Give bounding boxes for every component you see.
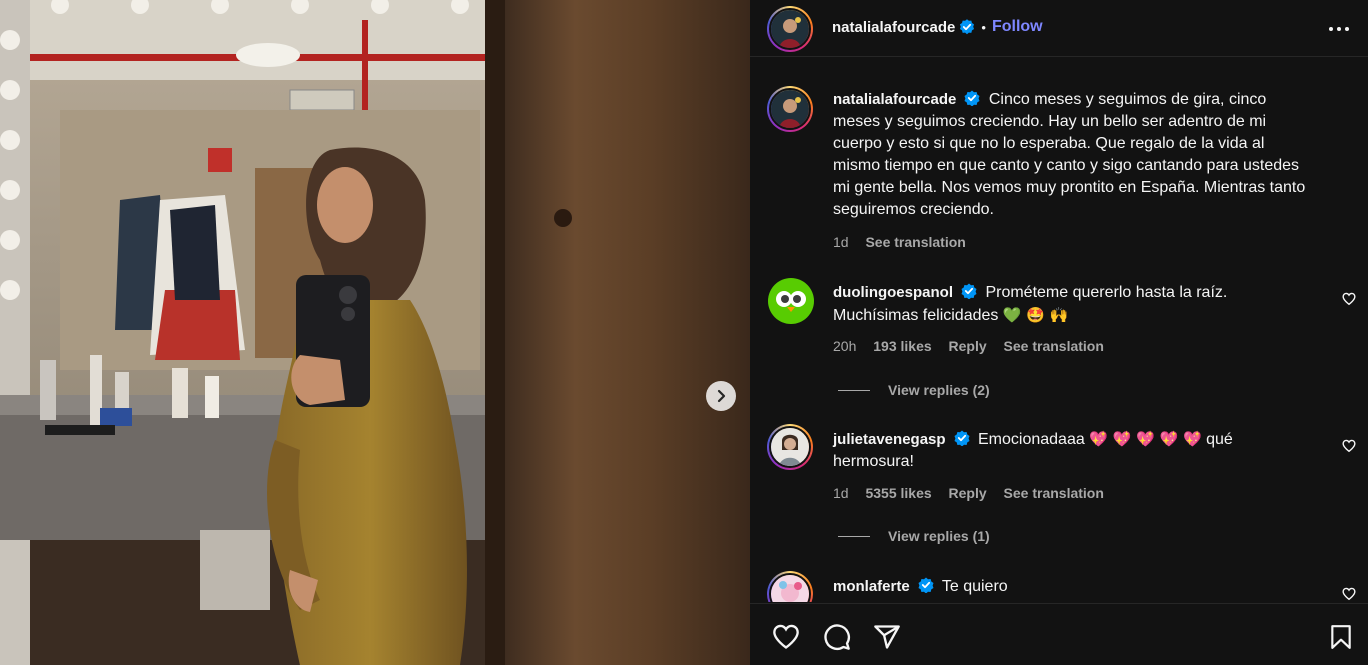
post-header: natalialafourcade • Follow xyxy=(750,0,1368,57)
author-username[interactable]: natalialafourcade xyxy=(832,19,955,36)
view-replies-label: View replies (1) xyxy=(888,528,990,544)
post-side-panel: natalialafourcade • Follow natalialafour… xyxy=(750,0,1368,665)
view-replies-button[interactable]: View replies (1) xyxy=(838,528,990,544)
comment-avatar[interactable] xyxy=(767,424,813,470)
heart-icon[interactable] xyxy=(1342,292,1356,306)
bookmark-icon[interactable] xyxy=(1328,623,1354,651)
verified-badge-icon xyxy=(918,577,934,593)
comment-username[interactable]: duolingoespanol xyxy=(833,284,953,301)
duolingo-avatar-image xyxy=(768,278,814,324)
header-separator: • xyxy=(981,19,986,35)
comment-text: Te quiero xyxy=(941,578,1008,595)
comment-emojis: 💖 💖 💖 💖 💖 xyxy=(1089,430,1202,448)
comment-meta: 1d 5355 likes Reply See translation xyxy=(833,485,1117,501)
view-replies-label: View replies (2) xyxy=(888,382,990,398)
comment-text: Emocionadaaa xyxy=(978,431,1085,448)
post-image xyxy=(0,0,750,665)
comment-avatar[interactable] xyxy=(768,278,814,324)
next-image-button[interactable] xyxy=(706,381,736,411)
caption-text: Cinco meses y seguimos de gira, cinco me… xyxy=(833,91,1306,218)
julieta-avatar-image xyxy=(771,428,809,466)
comment-emojis: 💚 🤩 🙌 xyxy=(1002,306,1069,324)
comments-list[interactable]: natalialafourcade Cinco meses y seguimos… xyxy=(750,58,1368,602)
heart-icon[interactable] xyxy=(1342,587,1356,601)
comment-meta: 20h 193 likes Reply See translation xyxy=(833,338,1117,354)
author-avatar-image xyxy=(771,10,809,48)
more-options-icon[interactable] xyxy=(1328,19,1350,39)
comment-see-translation[interactable]: See translation xyxy=(1004,485,1104,501)
comment-time[interactable]: 20h xyxy=(833,338,856,354)
comment-text-block: julietavenegasp Emocionadaaa 💖 💖 💖 💖 💖 q… xyxy=(833,428,1313,473)
verified-badge-icon xyxy=(961,283,977,299)
chevron-right-icon xyxy=(717,389,726,403)
comment-time[interactable]: 1d xyxy=(833,485,849,501)
comment-avatar[interactable] xyxy=(767,571,813,602)
caption-meta: 1d See translation xyxy=(833,234,979,250)
verified-badge-icon xyxy=(960,19,975,35)
caption-username[interactable]: natalialafourcade xyxy=(833,91,956,108)
comment-likes[interactable]: 193 likes xyxy=(873,338,931,354)
replies-divider-line xyxy=(838,389,870,391)
comment-likes[interactable]: 5355 likes xyxy=(865,485,931,501)
author-avatar[interactable] xyxy=(767,6,813,52)
caption-avatar-image xyxy=(771,90,809,128)
caption-text-block: natalialafourcade Cinco meses y seguimos… xyxy=(833,89,1313,221)
share-icon[interactable] xyxy=(872,623,902,651)
comment-reply-button[interactable]: Reply xyxy=(949,485,987,501)
caption-author-avatar[interactable] xyxy=(767,86,813,132)
replies-divider-line xyxy=(838,535,870,537)
comment-username[interactable]: julietavenegasp xyxy=(833,431,946,448)
comment-see-translation[interactable]: See translation xyxy=(1004,338,1104,354)
caption-time[interactable]: 1d xyxy=(833,234,849,250)
comment-text-block: monlaferte Te quiero xyxy=(833,576,1313,598)
post-action-bar xyxy=(750,603,1368,665)
comment-username[interactable]: monlaferte xyxy=(833,578,910,595)
comment-reply-button[interactable]: Reply xyxy=(949,338,987,354)
post-header-info: natalialafourcade • Follow xyxy=(832,18,1043,36)
comment-text-block: duolingoespanol Prométeme quererlo hasta… xyxy=(833,282,1313,327)
heart-icon[interactable] xyxy=(771,623,801,651)
heart-icon[interactable] xyxy=(1342,439,1356,453)
verified-badge-icon xyxy=(954,430,970,446)
follow-button[interactable]: Follow xyxy=(992,18,1043,36)
view-replies-button[interactable]: View replies (2) xyxy=(838,382,990,398)
post-photo xyxy=(0,0,750,665)
caption-see-translation[interactable]: See translation xyxy=(865,234,965,250)
verified-badge-icon xyxy=(964,90,980,106)
monlaferte-avatar-image xyxy=(771,575,809,602)
comment-icon[interactable] xyxy=(822,623,852,651)
